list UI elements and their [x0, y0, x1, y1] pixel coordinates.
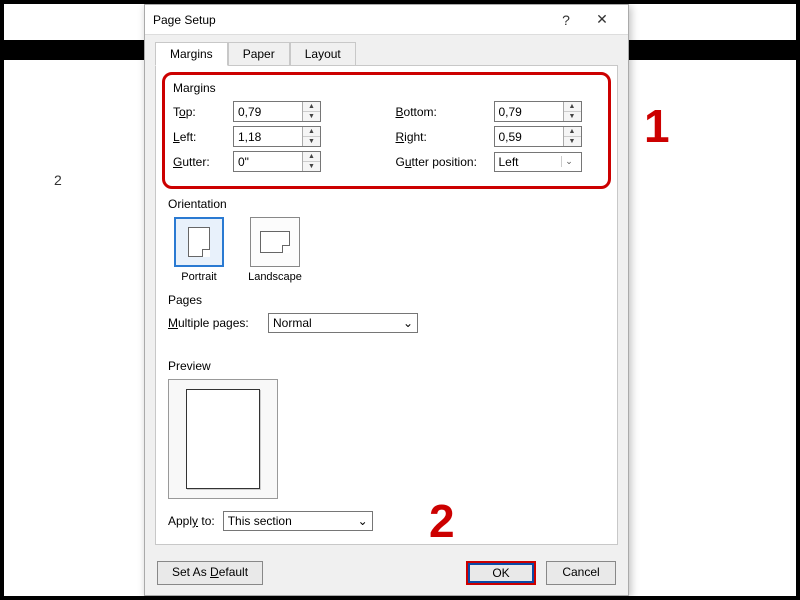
annotation-highlight-1: Margins Top: ▲▼ Bottom: ▲▼ — [162, 72, 611, 189]
gutter-label: Gutter: — [173, 155, 233, 169]
portrait-label: Portrait — [168, 271, 230, 283]
apply-to-select[interactable]: This section ⌄ — [223, 511, 373, 531]
landscape-icon — [250, 217, 300, 267]
gutter-position-value: Left — [499, 155, 561, 169]
top-margin-input[interactable]: ▲▼ — [233, 101, 321, 122]
tab-layout[interactable]: Layout — [290, 42, 356, 66]
gutter-spinner[interactable]: ▲▼ — [302, 152, 320, 171]
margins-group-label: Margins — [173, 81, 600, 95]
landscape-label: Landscape — [244, 271, 306, 283]
preview-group-label: Preview — [168, 359, 605, 373]
gutter-position-select[interactable]: Left ⌄ — [494, 152, 582, 172]
tab-paper[interactable]: Paper — [228, 42, 290, 66]
chevron-down-icon: ⌄ — [403, 316, 413, 330]
ok-button[interactable]: OK — [466, 561, 536, 585]
preview-page-icon — [186, 389, 260, 489]
left-margin-spinner[interactable]: ▲▼ — [302, 127, 320, 146]
apply-to-value: This section — [228, 514, 358, 528]
gutter-position-label: Gutter position: — [396, 155, 494, 169]
dialog-content: Margins Top: ▲▼ Bottom: ▲▼ — [155, 65, 618, 545]
cancel-button[interactable]: Cancel — [546, 561, 616, 585]
left-margin-input[interactable]: ▲▼ — [233, 126, 321, 147]
orientation-landscape[interactable]: Landscape — [244, 217, 306, 283]
orientation-group-label: Orientation — [168, 197, 605, 211]
bottom-margin-input[interactable]: ▲▼ — [494, 101, 582, 122]
chevron-down-icon: ⌄ — [358, 514, 368, 528]
pages-group-label: Pages — [168, 293, 605, 307]
right-margin-input[interactable]: ▲▼ — [494, 126, 582, 147]
top-margin-field[interactable] — [234, 102, 302, 121]
help-button[interactable]: ? — [548, 6, 584, 34]
top-margin-label: Top: — [173, 105, 233, 119]
multiple-pages-select[interactable]: Normal ⌄ — [268, 313, 418, 333]
annotation-callout-1: 1 — [644, 99, 670, 153]
preview-box — [168, 379, 278, 499]
right-margin-field[interactable] — [495, 127, 563, 146]
apply-to-label: Apply to: — [168, 514, 215, 528]
left-margin-label: Left: — [173, 130, 233, 144]
gutter-field[interactable] — [234, 152, 302, 171]
multiple-pages-value: Normal — [273, 316, 403, 330]
right-margin-spinner[interactable]: ▲▼ — [563, 127, 581, 146]
tab-strip: Margins Paper Layout — [145, 35, 628, 65]
orientation-portrait[interactable]: Portrait — [168, 217, 230, 283]
left-margin-field[interactable] — [234, 127, 302, 146]
set-as-default-button[interactable]: Set As Default — [157, 561, 263, 585]
title-bar: Page Setup ? ✕ — [145, 5, 628, 35]
page-setup-dialog: Page Setup ? ✕ Margins Paper Layout Marg… — [144, 4, 629, 596]
right-margin-label: Right: — [396, 130, 494, 144]
multiple-pages-label: Multiple pages: — [168, 316, 268, 330]
document-page-number: 2 — [54, 172, 62, 188]
annotation-callout-2: 2 — [429, 494, 455, 548]
top-margin-spinner[interactable]: ▲▼ — [302, 102, 320, 121]
dialog-button-bar: Set As Default OK Cancel — [145, 553, 628, 595]
close-button[interactable]: ✕ — [584, 6, 620, 34]
chevron-down-icon: ⌄ — [561, 156, 577, 167]
dialog-title: Page Setup — [153, 13, 548, 27]
bottom-margin-field[interactable] — [495, 102, 563, 121]
tab-margins[interactable]: Margins — [155, 42, 228, 66]
bottom-margin-spinner[interactable]: ▲▼ — [563, 102, 581, 121]
gutter-input[interactable]: ▲▼ — [233, 151, 321, 172]
bottom-margin-label: Bottom: — [396, 105, 494, 119]
portrait-icon — [174, 217, 224, 267]
